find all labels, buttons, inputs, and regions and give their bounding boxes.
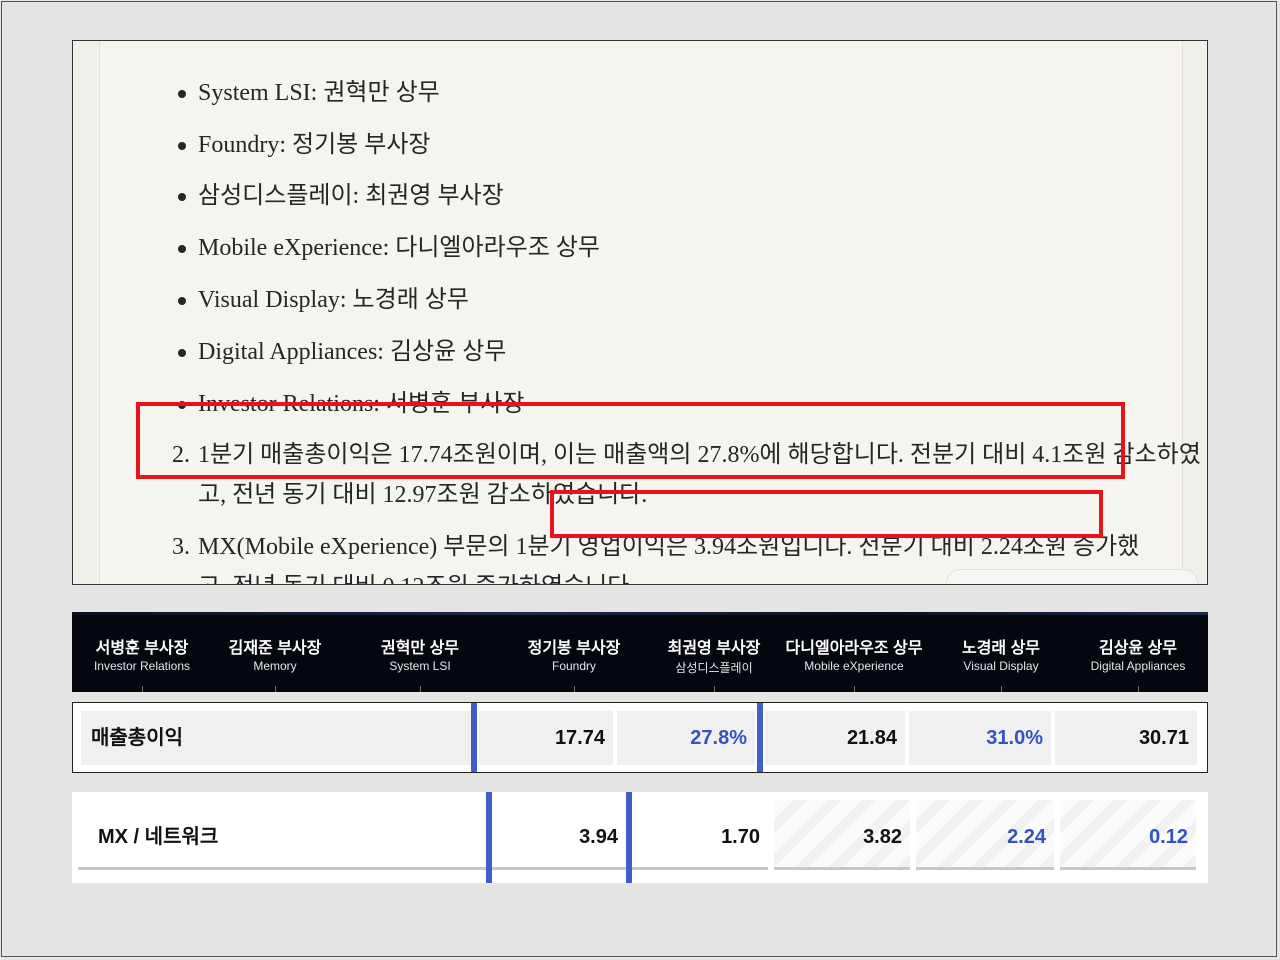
- exec-column: 노경래 상무 Visual Display: [936, 612, 1066, 692]
- column-tick: [854, 686, 855, 692]
- table-cell: 21.84: [765, 711, 905, 765]
- table-row-mx-network: MX / 네트워크 3.94 1.70 3.82 2.24 0.12: [72, 792, 1208, 883]
- exec-name: 정기봉 부사장: [527, 640, 621, 657]
- table-row-gross-profit: 매출총이익 17.74 27.8% 21.84 31.0% 30.71: [72, 702, 1208, 773]
- bullet-icon: [178, 90, 186, 98]
- exec-column: 서병훈 부사장 Investor Relations: [72, 612, 212, 692]
- exec-name: 노경래 상무: [961, 640, 1041, 657]
- exec-name: 서병훈 부사장: [95, 640, 189, 657]
- column-tick: [1001, 686, 1002, 692]
- bullet-icon: [178, 245, 186, 253]
- chat-response-panel: System LSI: 권혁만 상무 Foundry: 정기봉 부사장 삼성디스…: [72, 40, 1208, 585]
- list-item-text: Mobile eXperience: 다니엘아라우조 상무: [198, 235, 600, 261]
- column-tick: [420, 686, 421, 692]
- exec-column: 권혁만 상무 System LSI: [352, 612, 488, 692]
- exec-dept: Visual Display: [963, 659, 1039, 673]
- exec-name: 김재준 부사장: [228, 640, 322, 657]
- exec-dept: System LSI: [389, 659, 451, 673]
- list-item-text: System LSI: 권혁만 상무: [198, 80, 440, 106]
- table-cell: 3.82: [774, 800, 910, 870]
- column-tick: [142, 686, 143, 692]
- list-item-text: Visual Display: 노경래 상무: [198, 287, 469, 313]
- exec-dept: Digital Appliances: [1090, 659, 1186, 673]
- column-tick: [275, 686, 276, 692]
- column-divider: [471, 703, 477, 772]
- table-cell: 17.74: [479, 711, 613, 765]
- list-item-text: 삼성디스플레이: 최권영 부사장: [198, 183, 504, 209]
- row-label: 매출총이익: [81, 711, 472, 765]
- executive-header-bar: 서병훈 부사장 Investor Relations 김재준 부사장 Memor…: [72, 612, 1208, 692]
- table-cell: 27.8%: [617, 711, 755, 765]
- scroll-down-button[interactable]: [946, 569, 1198, 584]
- exec-name: 다니엘아라우조 상무: [785, 640, 923, 657]
- table-cell: 31.0%: [909, 711, 1051, 765]
- exec-column: 정기봉 부사장 Foundry: [504, 612, 644, 692]
- exec-dept: Memory: [253, 659, 297, 673]
- exec-column: 다니엘아라우조 상무 Mobile eXperience: [782, 612, 926, 692]
- highlight-box-mx-operating-profit: [550, 490, 1103, 538]
- bullet-icon: [178, 349, 186, 357]
- exec-name: 권혁만 상무: [380, 640, 460, 657]
- table-cell: 0.12: [1060, 800, 1196, 870]
- highlight-box-gross-profit: [136, 402, 1125, 479]
- column-tick: [1138, 686, 1139, 692]
- exec-dept: Foundry: [551, 659, 597, 673]
- exec-dept: Investor Relations: [93, 659, 191, 673]
- column-tick: [574, 686, 575, 692]
- exec-column: 김재준 부사장 Memory: [214, 612, 336, 692]
- paragraph-line: 고, 전년 동기 대비 0.12조원 증가하였습니다.: [198, 567, 635, 584]
- column-tick: [714, 686, 715, 692]
- list-item-text: Foundry: 정기봉 부사장: [198, 132, 431, 158]
- exec-name: 최권영 부사장: [667, 640, 761, 657]
- bullet-icon: [178, 193, 186, 201]
- column-divider: [757, 703, 763, 772]
- item-number: 3.: [172, 534, 190, 560]
- table-cell: 3.94: [492, 800, 626, 870]
- exec-column: 최권영 부사장 삼성디스플레이: [646, 612, 782, 692]
- row-label: MX / 네트워크: [78, 800, 486, 870]
- table-cell: 30.71: [1055, 711, 1197, 765]
- bullet-icon: [178, 142, 186, 150]
- list-item-text: Digital Appliances: 김상윤 상무: [198, 339, 507, 365]
- table-cell: 1.70: [632, 800, 768, 870]
- exec-dept: Mobile eXperience: [804, 659, 904, 673]
- exec-dept: 삼성디스플레이: [675, 661, 753, 675]
- exec-name: 김상윤 상무: [1098, 640, 1178, 657]
- bullet-icon: [178, 297, 186, 305]
- table-cell: 2.24: [916, 800, 1054, 870]
- exec-column: 김상윤 상무 Digital Appliances: [1072, 612, 1204, 692]
